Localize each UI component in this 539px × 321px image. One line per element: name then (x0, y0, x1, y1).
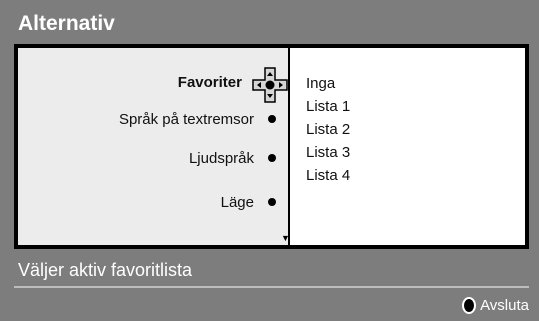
menu-item-sprak-pa-textremsor[interactable]: Språk på textremsor (24, 108, 288, 130)
menu-item-label: Läge (220, 193, 254, 211)
option-item[interactable]: Lista 3 (306, 144, 350, 161)
divider (14, 286, 529, 288)
menu-item-lage[interactable]: Läge (24, 191, 288, 213)
menu-panel: Favoriter Språk på textremsor Ljudspråk … (14, 44, 529, 249)
bullet-icon (268, 154, 276, 162)
menu-item-label: Favoriter (177, 73, 242, 91)
menu-list: Favoriter Språk på textremsor Ljudspråk … (18, 48, 290, 245)
remote-button-icon (462, 297, 477, 314)
menu-item-ljudsprak[interactable]: Ljudspråk (24, 147, 288, 169)
status-text: Väljer aktiv favoritlista (18, 260, 193, 280)
dpad-icon (251, 66, 289, 104)
bullet-icon (268, 115, 276, 123)
option-item[interactable]: Lista 1 (306, 98, 350, 115)
bullet-icon (268, 198, 276, 206)
menu-title: Alternativ (18, 12, 115, 35)
option-item[interactable]: Inga (306, 75, 335, 92)
scroll-down-arrow-icon[interactable]: ▼ (281, 233, 290, 243)
menu-item-favoriter[interactable]: Favoriter (12, 71, 288, 93)
exit-hint[interactable]: Avsluta (462, 297, 529, 314)
menu-item-label: Språk på textremsor (118, 110, 254, 128)
options-list: Inga Lista 1 Lista 2 Lista 3 Lista 4 (290, 48, 525, 245)
exit-label: Avsluta (480, 297, 529, 314)
option-item[interactable]: Lista 2 (306, 121, 350, 138)
menu-item-label: Ljudspråk (188, 149, 254, 167)
option-item[interactable]: Lista 4 (306, 167, 350, 184)
